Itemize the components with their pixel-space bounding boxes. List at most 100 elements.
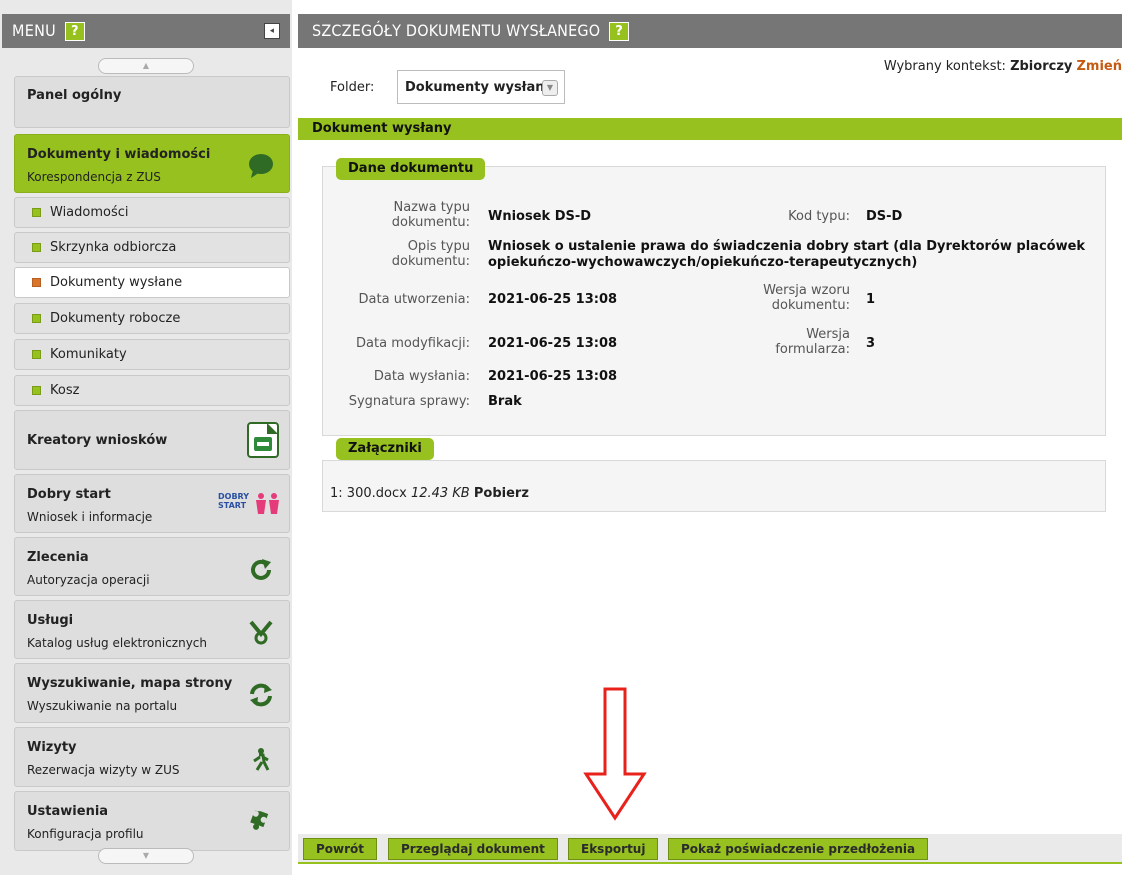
speech-bubble-icon	[249, 154, 273, 178]
sidebar-item-label: Wyszukiwanie, mapa strony	[27, 676, 233, 691]
menu-title: MENU	[12, 21, 57, 40]
field-value: 1	[866, 292, 876, 307]
sidebar-item-subtitle: Katalog usług elektronicznych	[27, 636, 207, 650]
page-header: SZCZEGÓŁY DOKUMENTU WYSŁANEGO ?	[298, 14, 1122, 48]
field-value: 3	[866, 336, 876, 351]
back-button[interactable]: Powrót	[303, 838, 378, 860]
sidebar-subitem-label: Kosz	[50, 383, 80, 398]
sidebar-item-subtitle: Rezerwacja wizyty w ZUS	[27, 763, 180, 777]
bullet-icon	[32, 208, 41, 217]
sidebar-item-subtitle: Korespondencja z ZUS	[27, 170, 161, 184]
download-link[interactable]: Pobierz	[474, 486, 529, 501]
document-form-icon	[247, 422, 279, 458]
field-label: Sygnatura sprawy:	[348, 394, 470, 409]
show-certificate-button[interactable]: Pokaż poświadczenie przedłożenia	[668, 838, 929, 860]
sidebar-subitem-kosz[interactable]: Kosz	[14, 375, 290, 406]
sidebar-subitem-dokumenty-wyslane[interactable]: Dokumenty wysłane	[14, 267, 290, 298]
annotation-arrow-icon	[583, 687, 647, 821]
context-label: Wybrany kontekst:	[883, 59, 1006, 74]
page: MENU ? ◂ ▲ Panel ogólny Dokumenty i wiad…	[0, 0, 1122, 875]
refresh-icon	[251, 559, 271, 580]
sidebar-item-panel-ogolny[interactable]: Panel ogólny	[14, 76, 290, 128]
field-label: Data wysłania:	[373, 369, 470, 384]
puzzle-icon	[250, 810, 269, 830]
sidebar-item-wizyty[interactable]: Wizyty Rezerwacja wizyty w ZUS	[14, 727, 290, 787]
action-bar: Powrót Przeglądaj dokument Eksportuj Pok…	[298, 834, 1122, 864]
field-value: DS-D	[866, 209, 903, 224]
field-value: Wniosek o ustalenie prawa do świadczenia…	[488, 239, 1086, 270]
field-label: Nazwa typu dokumentu:	[391, 200, 470, 230]
field-value: 2021-06-25 13:08	[488, 336, 618, 351]
sidebar-subitem-dokumenty-robocze[interactable]: Dokumenty robocze	[14, 303, 290, 334]
sidebar-item-label: Zlecenia	[27, 550, 89, 565]
attachments-title: Załączniki	[336, 438, 434, 460]
folder-value: Dokumenty wysłane	[405, 80, 554, 95]
sidebar-item-wyszukiwanie[interactable]: Wyszukiwanie, mapa strony Wyszukiwanie n…	[14, 663, 290, 723]
sidebar-item-label: Dokumenty i wiadomości	[27, 147, 211, 162]
sidebar-item-label: Wizyty	[27, 740, 77, 755]
export-button[interactable]: Eksportuj	[568, 838, 659, 860]
bullet-icon	[32, 243, 41, 252]
sidebar-item-label: Panel ogólny	[27, 88, 122, 103]
sidebar-item-ustawienia[interactable]: Ustawienia Konfiguracja profilu	[14, 791, 290, 851]
sidebar-item-subtitle: Konfiguracja profilu	[27, 827, 144, 841]
bullet-icon	[32, 350, 41, 359]
section-title: Dane dokumentu	[336, 158, 486, 180]
main-content: SZCZEGÓŁY DOKUMENTU WYSŁANEGO ? Folder: …	[298, 14, 1122, 875]
sidebar-subitem-label: Dokumenty wysłane	[50, 275, 183, 290]
sidebar-item-label: Ustawienia	[27, 804, 109, 819]
folder-select[interactable]: Dokumenty wysłane ▼	[397, 70, 565, 104]
change-context-link[interactable]: Zmień	[1077, 59, 1122, 74]
sidebar: MENU ? ◂ ▲ Panel ogólny Dokumenty i wiad…	[0, 0, 292, 875]
field-label: Opis typu dokumentu:	[391, 239, 470, 269]
sidebar-subitem-skrzynka[interactable]: Skrzynka odbiorcza	[14, 232, 290, 263]
sidebar-subitem-label: Skrzynka odbiorcza	[50, 240, 177, 255]
attachment-size: 12.43 KB	[410, 486, 470, 501]
attachment-index: 1:	[330, 486, 343, 501]
scroll-up-button[interactable]: ▲	[98, 58, 194, 74]
sidebar-subitem-label: Komunikaty	[50, 347, 127, 362]
sync-icon	[250, 683, 272, 707]
field-value: 2021-06-25 13:08	[488, 292, 618, 307]
sidebar-item-label: Usługi	[27, 613, 74, 628]
chevron-down-icon[interactable]: ▼	[542, 80, 558, 96]
context-value: Zbiorczy	[1010, 59, 1073, 74]
bullet-icon	[32, 278, 41, 287]
sidebar-subitem-wiadomosci[interactable]: Wiadomości	[14, 197, 290, 228]
sidebar-subitem-label: Dokumenty robocze	[50, 311, 181, 326]
attachment-name: 300.docx	[346, 486, 407, 501]
field-label: Kod typu:	[788, 209, 850, 224]
document-section-bar: Dokument wysłany	[298, 118, 1122, 140]
field-label: Wersja formularza:	[775, 327, 850, 357]
walking-person-icon	[253, 748, 270, 771]
bullet-icon	[32, 386, 41, 395]
sidebar-item-label: Kreatory wniosków	[27, 433, 168, 448]
bullet-icon	[32, 314, 41, 323]
field-value: 2021-06-25 13:08	[488, 369, 618, 384]
collapse-menu-button[interactable]: ◂	[264, 23, 280, 39]
sidebar-item-subtitle: Wyszukiwanie na portalu	[27, 699, 178, 713]
folder-label: Folder:	[330, 80, 375, 95]
help-icon[interactable]: ?	[64, 22, 85, 41]
sidebar-item-zlecenia[interactable]: Zlecenia Autoryzacja operacji	[14, 537, 290, 596]
field-label: Data utworzenia:	[358, 292, 470, 307]
attachment-row: 1: 300.docx 12.43 KB Pobierz	[330, 486, 529, 501]
sidebar-item-dokumenty[interactable]: Dokumenty i wiadomości Korespondencja z …	[14, 134, 290, 193]
scroll-down-button[interactable]: ▼	[98, 848, 194, 864]
sidebar-item-dobry-start[interactable]: Dobry start Wniosek i informacje DOBRY S…	[14, 474, 290, 533]
field-label: Data modyfikacji:	[356, 336, 470, 351]
context-info: Wybrany kontekst: Zbiorczy Zmień	[884, 59, 1122, 74]
field-label: Wersja wzoru dokumentu:	[763, 283, 850, 313]
sidebar-subitem-komunikaty[interactable]: Komunikaty	[14, 339, 290, 370]
sidebar-item-kreatory[interactable]: Kreatory wniosków	[14, 410, 290, 470]
page-title: SZCZEGÓŁY DOKUMENTU WYSŁANEGO	[312, 21, 601, 40]
sidebar-subitem-label: Wiadomości	[50, 205, 129, 220]
sidebar-item-label: Dobry start	[27, 487, 111, 502]
sidebar-item-subtitle: Wniosek i informacje	[27, 510, 153, 524]
sidebar-item-uslugi[interactable]: Usługi Katalog usług elektronicznych	[14, 600, 290, 659]
tools-icon	[249, 620, 273, 645]
help-icon[interactable]: ?	[609, 22, 630, 41]
dobry-start-logo: DOBRY START	[215, 492, 285, 524]
sidebar-header: MENU ? ◂	[2, 14, 290, 48]
view-document-button[interactable]: Przeglądaj dokument	[388, 838, 558, 860]
